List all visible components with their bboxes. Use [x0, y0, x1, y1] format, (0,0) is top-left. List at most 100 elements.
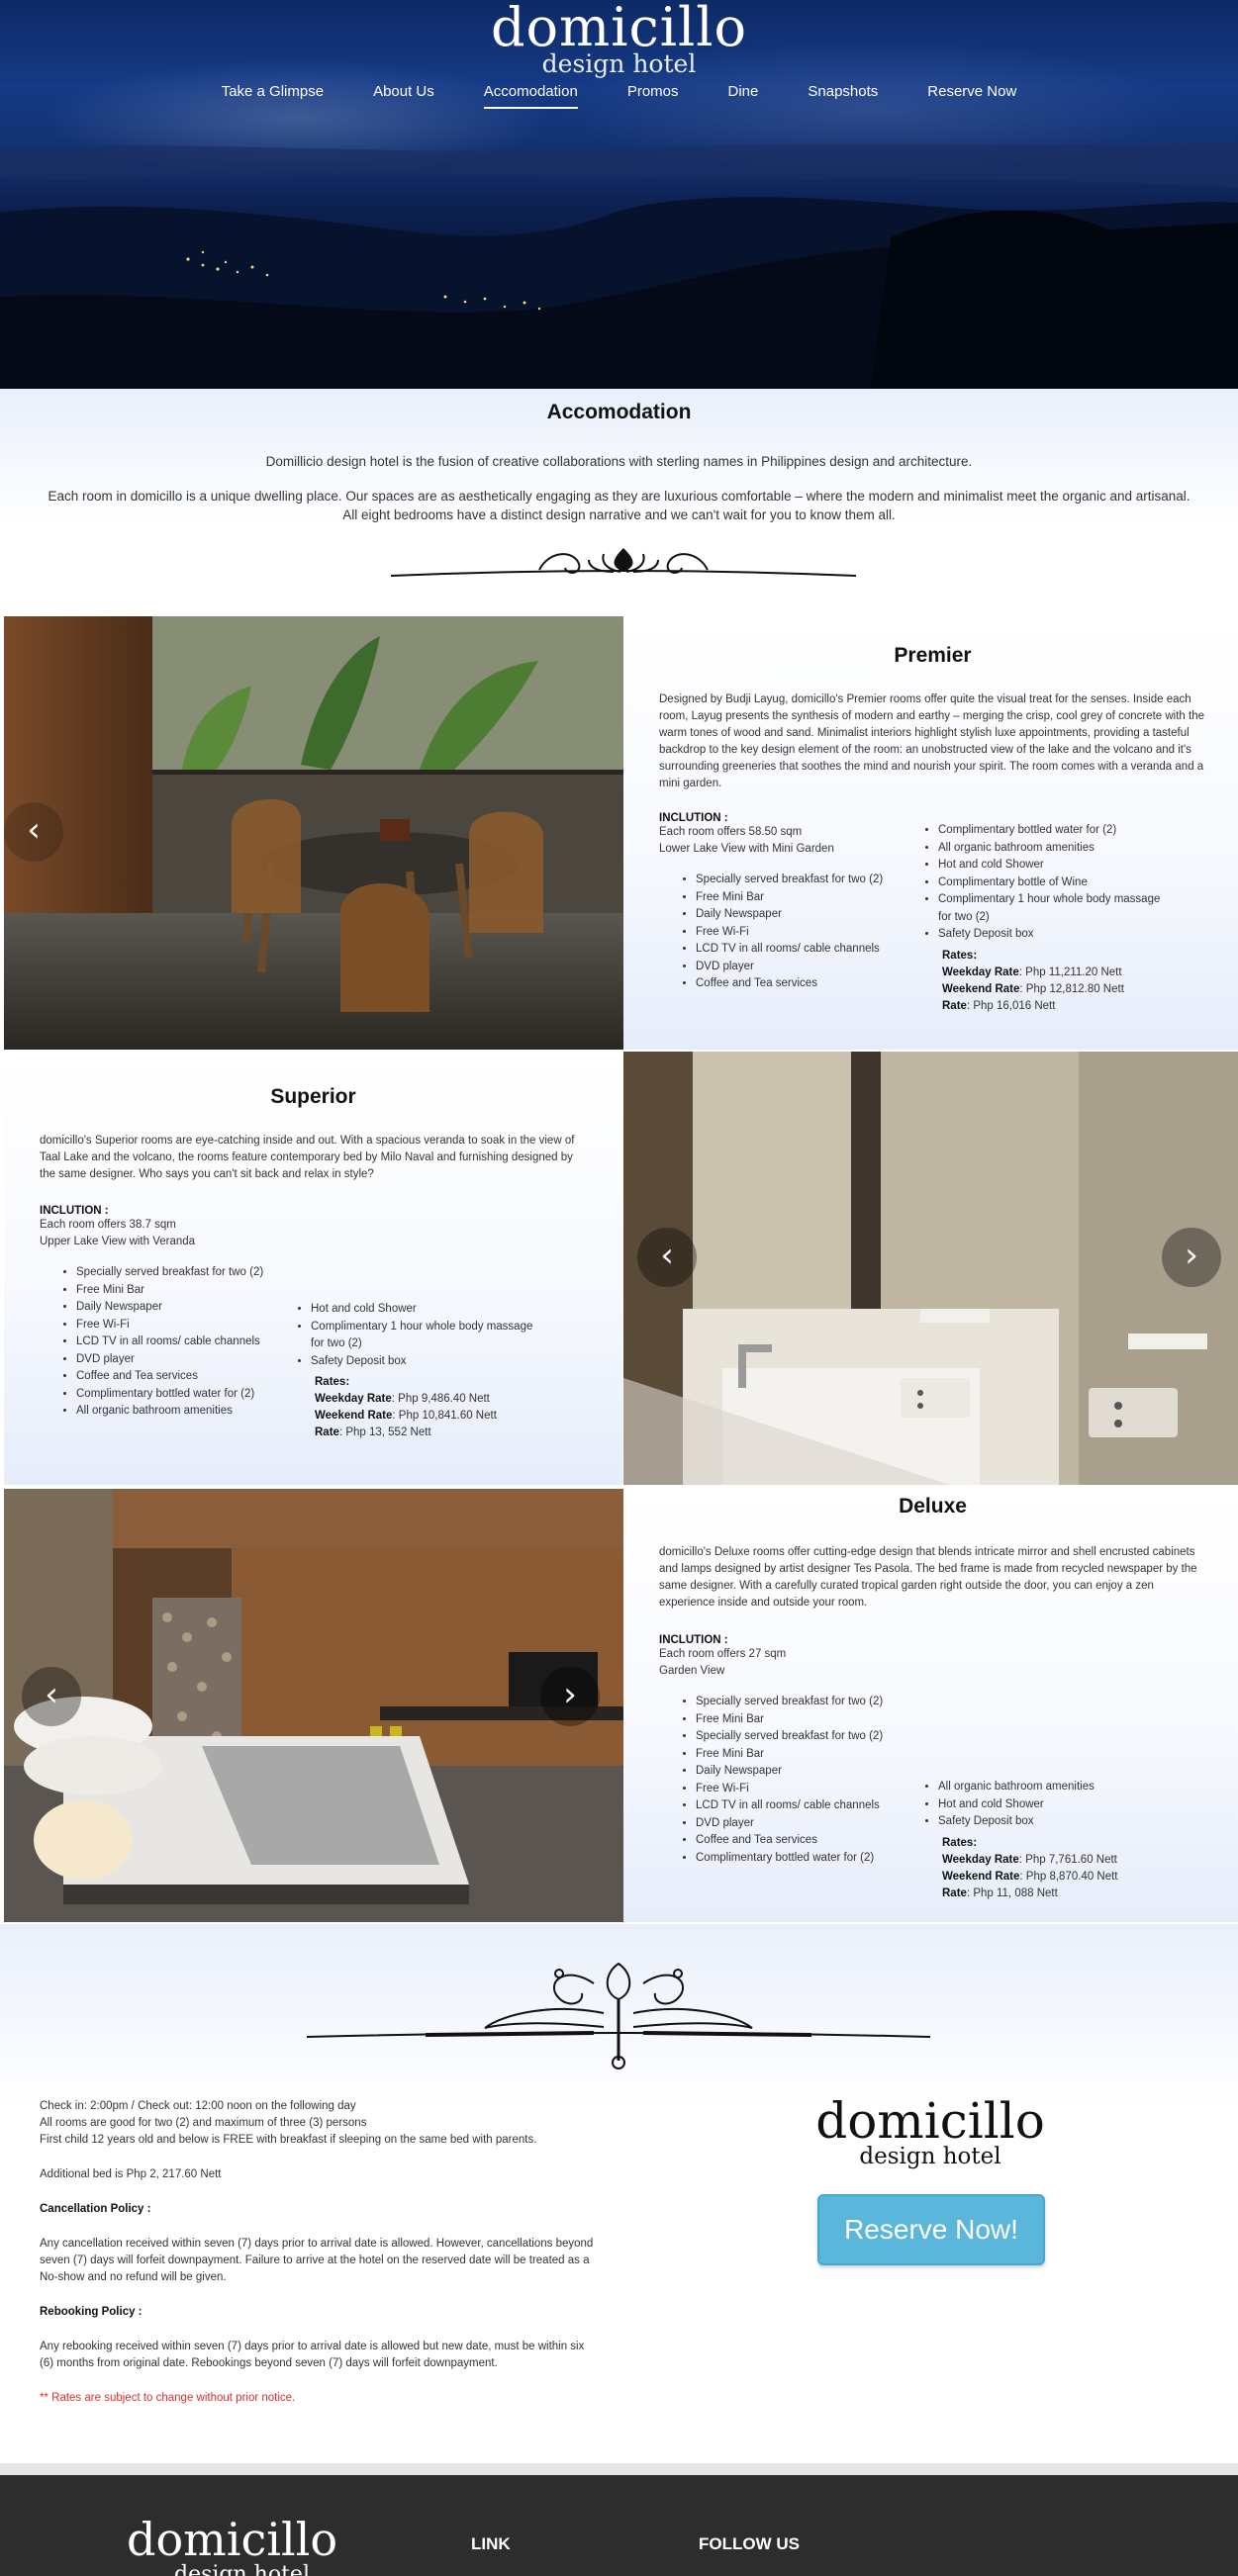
room-description: domicillo's Superior rooms are eye-catch…: [40, 1135, 575, 1180]
room-size: Each room offers 38.7 sqm: [40, 1219, 176, 1231]
room-size: Each room offers 27 sqm: [659, 1648, 787, 1660]
intro-paragraph: Domillicio design hotel is the fusion of…: [265, 454, 973, 469]
room-deluxe: ‹ › Deluxe domicillo's Deluxe rooms offe…: [0, 1489, 1238, 1924]
brand-subtitle: design hotel: [541, 49, 697, 78]
room-info-premier: Premier Designed by Budji Layug, domicil…: [623, 616, 1238, 1050]
list-item: Hot and cold Shower: [938, 1796, 1176, 1814]
carousel-next-button[interactable]: ›: [1162, 1228, 1221, 1287]
footer-spacer: [0, 2463, 1238, 2475]
nav-accomodation[interactable]: Accomodation: [459, 83, 603, 109]
footer-link-heading: LINK: [471, 2534, 511, 2553]
carousel-next-button[interactable]: ›: [540, 1667, 600, 1726]
nav-reserve-now[interactable]: Reserve Now: [903, 83, 1041, 100]
weekday-rate: : Php 9,486.40 Nett: [391, 1393, 490, 1405]
rate-value: : Php 13, 552 Nett: [338, 1426, 431, 1438]
weekday-rate: : Php 7,761.60 Nett: [1018, 1853, 1117, 1866]
list-item: DVD player: [76, 1351, 284, 1369]
room-view: Upper Lake View with Veranda: [40, 1236, 196, 1247]
list-item: Hot and cold Shower: [938, 857, 1176, 874]
list-item: Safety Deposit box: [938, 1813, 1176, 1831]
carousel-prev-button[interactable]: ‹: [4, 802, 63, 862]
brand-logo-secondary: domicillo design hotel: [772, 2092, 1089, 2169]
nav-dine[interactable]: Dine: [704, 83, 784, 100]
list-item: Specially served breakfast for two (2): [696, 872, 904, 889]
nav-about-us[interactable]: About Us: [348, 83, 459, 100]
rebooking-text: Any rebooking received within seven (7) …: [40, 2341, 585, 2369]
list-item: Free Wi-Fi: [696, 924, 904, 942]
list-item: Complimentary 1 hour whole body massage …: [938, 891, 1176, 926]
weekend-rate: : Php 12,812.80 Nett: [1019, 982, 1124, 995]
weekday-rate-label: Weekday Rate: [942, 966, 1019, 978]
footer-logo-subtitle: design hotel: [174, 2562, 310, 2576]
nav-promos[interactable]: Promos: [603, 83, 704, 100]
rate-label: Rate: [315, 1426, 339, 1438]
nav-snapshots[interactable]: Snapshots: [783, 83, 903, 100]
room-photo-premier: chevron-left-icon ‹: [4, 616, 623, 1050]
intro-paragraph: Each room in domicillo is a unique dwell…: [48, 489, 1190, 504]
room-size: Each room offers 58.50 sqm: [659, 826, 803, 838]
policies-section: Check in: 2:00pm / Check out: 12:00 noon…: [0, 1924, 1238, 2463]
room-photo-superior: ‹ ›: [623, 1052, 1238, 1485]
room-description: Designed by Budji Layug, domicillo's Pre…: [659, 693, 1205, 789]
list-item: DVD player: [696, 1815, 904, 1833]
carousel-prev-button[interactable]: ‹: [22, 1667, 81, 1726]
weekday-rate-label: Weekday Rate: [942, 1853, 1019, 1866]
list-item: Free Mini Bar: [696, 1711, 904, 1729]
ornament-divider: [307, 1962, 930, 2070]
room-info-superior: Superior domicillo's Superior rooms are …: [4, 1052, 622, 1485]
room-info-deluxe: Deluxe domicillo's Deluxe rooms offer cu…: [623, 1489, 1238, 1922]
policy-line: All rooms are good for two (2) and maxim…: [40, 2117, 367, 2129]
main-nav: Take a Glimpse About Us Accomodation Pro…: [0, 83, 1238, 109]
list-item: All organic bathroom amenities: [938, 840, 1176, 858]
cancellation-title: Cancellation Policy :: [40, 2203, 151, 2215]
room-title: Premier: [894, 644, 972, 667]
amenities-list: Specially served breakfast for two (2) F…: [76, 1264, 284, 1421]
list-item: Complimentary bottled water for (2): [696, 1850, 904, 1868]
list-item: Specially served breakfast for two (2): [76, 1264, 284, 1282]
list-item: Free Wi-Fi: [76, 1317, 284, 1334]
intro-paragraph: All eight bedrooms have a distinct desig…: [342, 507, 896, 522]
list-item: Free Mini Bar: [696, 889, 904, 907]
rates-label: Rates:: [942, 949, 978, 962]
list-item: Hot and cold Shower: [311, 1301, 544, 1319]
list-item: Free Mini Bar: [696, 1746, 904, 1764]
rates-label: Rates:: [942, 1836, 978, 1849]
list-item: Free Wi-Fi: [696, 1781, 904, 1798]
amenities-list: Specially served breakfast for two (2) F…: [696, 872, 904, 993]
list-item: DVD player: [696, 959, 904, 976]
list-item: Daily Newspaper: [76, 1299, 284, 1317]
policy-line: First child 12 years old and below is FR…: [40, 2134, 537, 2146]
intro-section: Accomodation Domillicio design hotel is …: [0, 389, 1238, 616]
list-item: Daily Newspaper: [696, 906, 904, 924]
weekend-rate-label: Weekend Rate: [315, 1410, 393, 1422]
rates-note: ** Rates are subject to change without p…: [40, 2392, 296, 2404]
list-item: Safety Deposit box: [311, 1353, 544, 1371]
weekend-rate-label: Weekend Rate: [942, 1870, 1020, 1883]
inclusion-label: INCLUTION :: [40, 1205, 109, 1217]
room-title: Superior: [270, 1085, 356, 1108]
reserve-now-button[interactable]: Reserve Now!: [817, 2194, 1045, 2265]
room-superior: Superior domicillo's Superior rooms are …: [0, 1052, 1238, 1487]
nav-take-a-glimpse[interactable]: Take a Glimpse: [197, 83, 348, 100]
amenities-list: All organic bathroom amenities Hot and c…: [938, 1779, 1176, 1831]
policy-line: Check in: 2:00pm / Check out: 12:00 noon…: [40, 2100, 356, 2112]
list-item: LCD TV in all rooms/ cable channels: [696, 1797, 904, 1815]
policy-text: Check in: 2:00pm / Check out: 12:00 noon…: [40, 2098, 594, 2407]
list-item: Complimentary bottled water for (2): [76, 1386, 284, 1404]
list-item: Daily Newspaper: [696, 1763, 904, 1781]
footer: domicillo design hotel LINK FOLLOW US: [0, 2475, 1238, 2576]
footer-logo[interactable]: domicillo: [127, 2513, 337, 2566]
list-item: All organic bathroom amenities: [76, 1403, 284, 1421]
list-item: Specially served breakfast for two (2): [696, 1694, 904, 1711]
weekend-rate-label: Weekend Rate: [942, 982, 1020, 995]
rates-block: Rates: Weekday Rate: Php 9,486.40 Nett W…: [315, 1374, 544, 1441]
weekend-rate: : Php 8,870.40 Nett: [1019, 1870, 1118, 1883]
amenities-list: Specially served breakfast for two (2) F…: [696, 1694, 904, 1867]
inclusion-label: INCLUTION :: [659, 812, 728, 824]
room-photo-deluxe: ‹ ›: [4, 1489, 623, 1922]
inclusion-label: INCLUTION :: [659, 1634, 728, 1646]
list-item: LCD TV in all rooms/ cable channels: [76, 1334, 284, 1351]
room-premier: chevron-left-icon ‹ Premier Designed by …: [0, 616, 1238, 1052]
carousel-prev-button[interactable]: ‹: [637, 1228, 697, 1287]
rate-label: Rate: [942, 1886, 967, 1899]
